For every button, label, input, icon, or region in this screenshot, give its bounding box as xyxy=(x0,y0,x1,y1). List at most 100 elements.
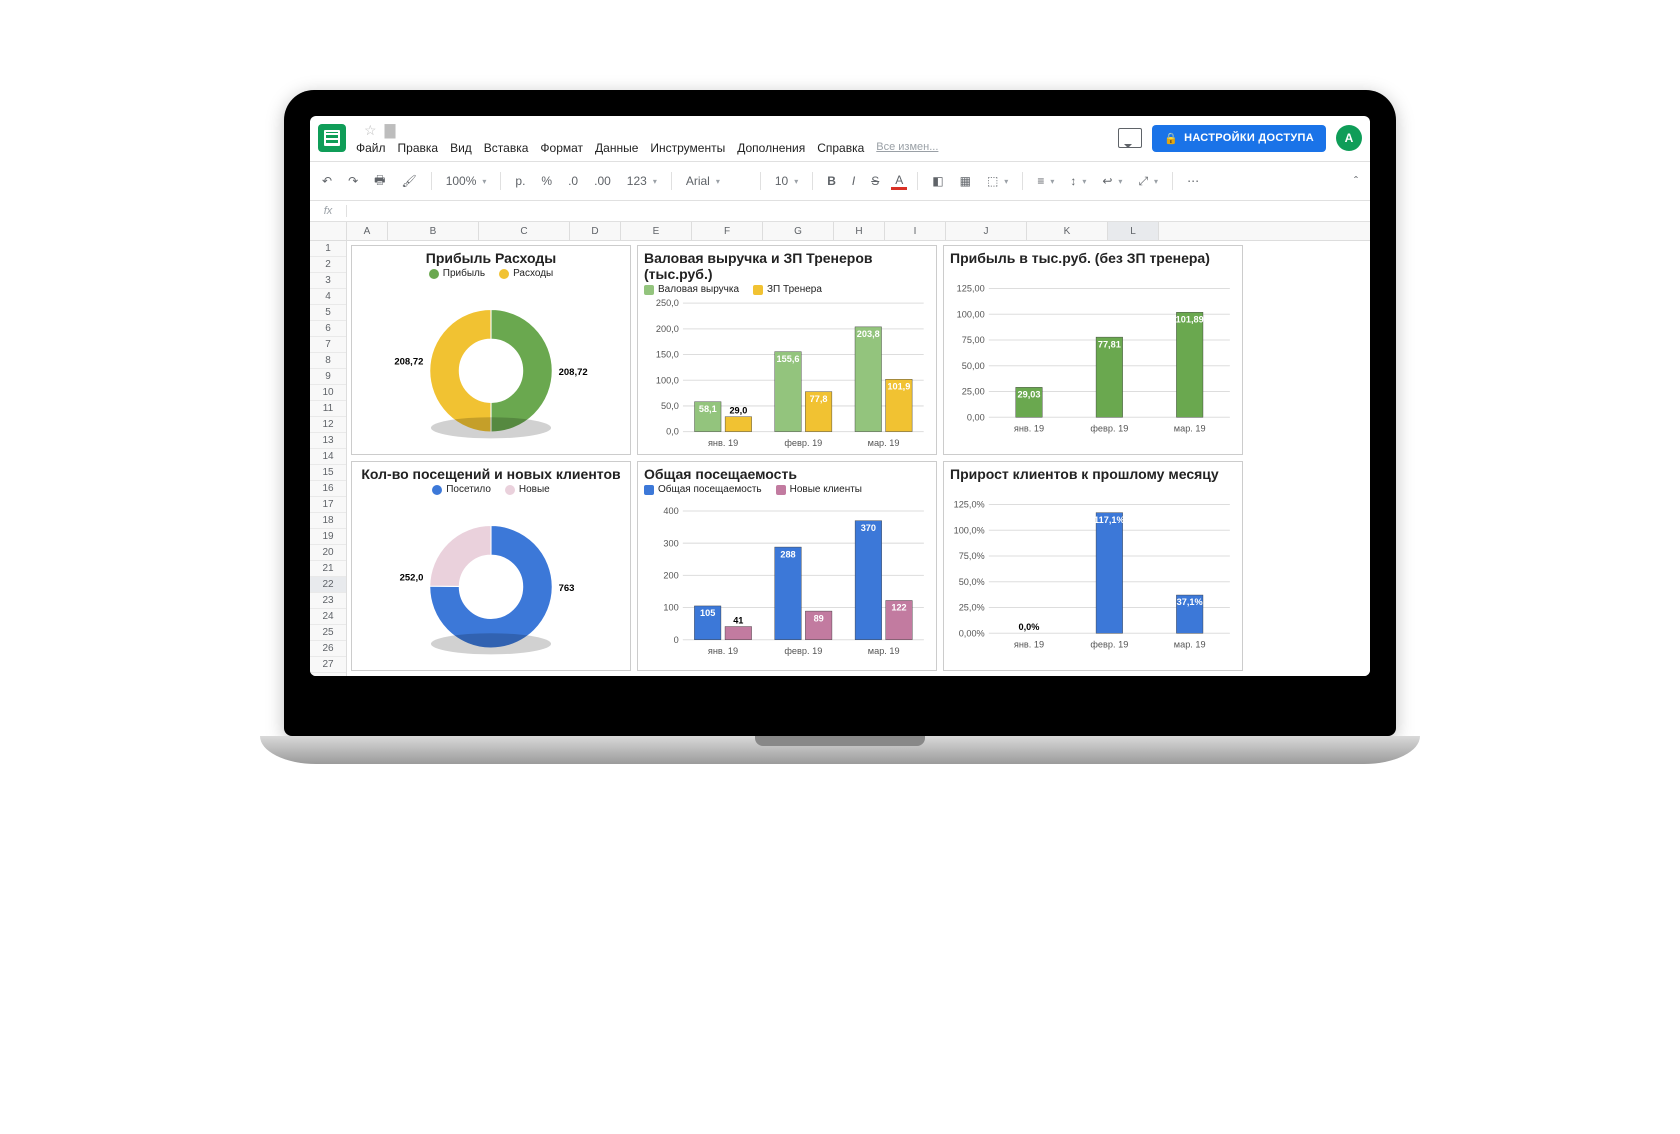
row-header[interactable]: 6 xyxy=(310,321,346,337)
legend-item: Расходы xyxy=(499,268,553,279)
num-format-button[interactable]: 123 xyxy=(623,172,661,190)
row-header[interactable]: 16 xyxy=(310,481,346,497)
chart-card[interactable]: Прирост клиентов к прошлому месяцу0,00%2… xyxy=(943,461,1243,671)
row-header[interactable]: 20 xyxy=(310,545,346,561)
print-icon[interactable]: 🖶 xyxy=(370,169,389,194)
text-color-button[interactable]: A xyxy=(891,173,907,190)
row-header[interactable]: 27 xyxy=(310,657,346,673)
col-header[interactable]: J xyxy=(946,222,1027,240)
font-select[interactable]: Arial xyxy=(682,172,750,190)
menu-view[interactable]: Вид xyxy=(450,141,472,155)
row-header[interactable]: 10 xyxy=(310,385,346,401)
valign-icon[interactable]: ↕ xyxy=(1066,172,1090,190)
more-icon[interactable]: ⋯ xyxy=(1183,172,1203,190)
row-header[interactable]: 3 xyxy=(310,273,346,289)
svg-text:100,0: 100,0 xyxy=(656,375,679,385)
col-header[interactable]: G xyxy=(763,222,834,240)
row-header[interactable]: 9 xyxy=(310,369,346,385)
row-header[interactable]: 14 xyxy=(310,449,346,465)
menu-insert[interactable]: Вставка xyxy=(484,141,529,155)
col-header[interactable]: A xyxy=(347,222,388,240)
svg-text:150,0: 150,0 xyxy=(656,350,679,360)
row-header[interactable]: 28 xyxy=(310,673,346,676)
bold-button[interactable]: B xyxy=(823,172,840,190)
col-header[interactable]: H xyxy=(834,222,885,240)
row-header[interactable]: 19 xyxy=(310,529,346,545)
row-header[interactable]: 13 xyxy=(310,433,346,449)
row-header[interactable]: 12 xyxy=(310,417,346,433)
menu-edit[interactable]: Правка xyxy=(398,141,439,155)
currency-button[interactable]: р. xyxy=(511,172,529,190)
chart-card[interactable]: Прибыль РасходыПрибыльРасходы208,72208,7… xyxy=(351,245,631,455)
svg-text:февр. 19: февр. 19 xyxy=(1090,640,1128,650)
svg-text:101,9: 101,9 xyxy=(887,381,910,391)
svg-text:117,1%: 117,1% xyxy=(1094,515,1125,525)
dec-decrease-button[interactable]: .0 xyxy=(564,172,582,190)
redo-icon[interactable]: ↷ xyxy=(344,172,362,190)
merge-icon[interactable]: ⬚ xyxy=(983,172,1012,190)
row-header[interactable]: 15 xyxy=(310,465,346,481)
menu-tools[interactable]: Инструменты xyxy=(650,141,725,155)
svg-text:763: 763 xyxy=(559,583,575,594)
svg-text:77,8: 77,8 xyxy=(810,394,828,404)
menu-help[interactable]: Справка xyxy=(817,141,864,155)
fill-color-icon[interactable]: ◧ xyxy=(928,172,947,190)
chart-card[interactable]: Кол-во посещений и новых клиентовПосетил… xyxy=(351,461,631,671)
font-size-select[interactable]: 10 xyxy=(771,172,802,190)
chart-card[interactable]: Валовая выручка и ЗП Тренеров (тыс.руб.)… xyxy=(637,245,937,455)
sheet-canvas[interactable]: Прибыль РасходыПрибыльРасходы208,72208,7… xyxy=(347,241,1370,676)
percent-button[interactable]: % xyxy=(537,172,556,190)
strike-button[interactable]: S xyxy=(867,172,883,190)
avatar[interactable]: A xyxy=(1336,125,1362,151)
menu-data[interactable]: Данные xyxy=(595,141,638,155)
col-header[interactable]: B xyxy=(388,222,479,240)
paint-format-icon[interactable]: 🖌 xyxy=(397,172,420,190)
toolbar-collapse-icon[interactable]: ˆ xyxy=(1350,172,1362,190)
row-header[interactable]: 21 xyxy=(310,561,346,577)
col-header[interactable]: I xyxy=(885,222,946,240)
row-header[interactable]: 2 xyxy=(310,257,346,273)
wrap-icon[interactable]: ↩ xyxy=(1098,172,1126,190)
row-header[interactable]: 7 xyxy=(310,337,346,353)
row-header[interactable]: 22 xyxy=(310,577,346,593)
italic-button[interactable]: I xyxy=(848,172,859,190)
row-header[interactable]: 18 xyxy=(310,513,346,529)
zoom-select[interactable]: 100% xyxy=(442,172,491,190)
col-header[interactable]: F xyxy=(692,222,763,240)
row-header[interactable]: 1 xyxy=(310,241,346,257)
row-header[interactable]: 23 xyxy=(310,593,346,609)
row-header[interactable]: 5 xyxy=(310,305,346,321)
row-header[interactable]: 26 xyxy=(310,641,346,657)
col-header[interactable]: D xyxy=(570,222,621,240)
select-all-corner[interactable] xyxy=(310,222,347,240)
menu-format[interactable]: Формат xyxy=(540,141,583,155)
menu-addons[interactable]: Дополнения xyxy=(737,141,805,155)
dec-increase-button[interactable]: .00 xyxy=(590,172,615,190)
row-header[interactable]: 8 xyxy=(310,353,346,369)
row-header[interactable]: 17 xyxy=(310,497,346,513)
borders-icon[interactable]: ▦ xyxy=(956,172,975,190)
svg-text:75,0%: 75,0% xyxy=(959,551,985,561)
svg-text:77,81: 77,81 xyxy=(1098,339,1121,349)
star-icon[interactable]: ☆ xyxy=(364,122,377,139)
col-header[interactable]: C xyxy=(479,222,570,240)
row-header[interactable]: 4 xyxy=(310,289,346,305)
halign-icon[interactable]: ≡ xyxy=(1033,172,1058,190)
col-header[interactable]: L xyxy=(1108,222,1159,240)
row-header[interactable]: 24 xyxy=(310,609,346,625)
comments-icon[interactable] xyxy=(1118,128,1142,148)
undo-icon[interactable]: ↶ xyxy=(318,172,336,190)
chart-card[interactable]: Прибыль в тыс.руб. (без ЗП тренера)0,002… xyxy=(943,245,1243,455)
folder-icon[interactable]: ▇ xyxy=(385,122,396,139)
svg-text:25,00: 25,00 xyxy=(962,387,985,397)
all-changes-link[interactable]: Все измен... xyxy=(876,141,938,155)
row-header[interactable]: 25 xyxy=(310,625,346,641)
chart-card[interactable]: Общая посещаемостьОбщая посещаемостьНовы… xyxy=(637,461,937,671)
col-header[interactable]: E xyxy=(621,222,692,240)
col-header[interactable]: K xyxy=(1027,222,1108,240)
legend-item: ЗП Тренера xyxy=(753,284,822,295)
share-button[interactable]: 🔒 НАСТРОЙКИ ДОСТУПА xyxy=(1152,125,1326,152)
rotate-icon[interactable]: ⤢ xyxy=(1134,172,1162,191)
menu-file[interactable]: Файл xyxy=(356,141,386,155)
row-header[interactable]: 11 xyxy=(310,401,346,417)
